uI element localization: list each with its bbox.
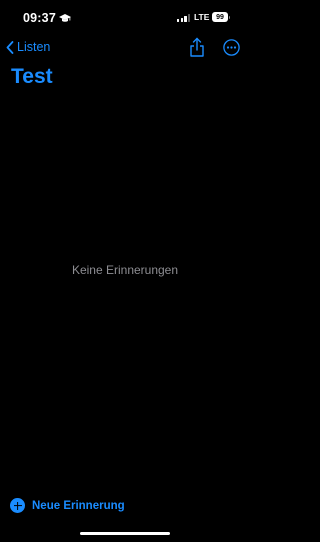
plus-circle-icon xyxy=(10,498,25,513)
new-reminder-button[interactable]: Neue Erinnerung xyxy=(10,498,125,513)
battery-icon: 99 xyxy=(212,12,230,22)
back-button-label: Listen xyxy=(17,40,51,54)
back-button[interactable]: Listen xyxy=(6,40,50,54)
chevron-left-icon xyxy=(6,40,14,54)
battery-level: 99 xyxy=(216,13,224,21)
time-text: 09:37 xyxy=(23,11,56,25)
page-title: Test xyxy=(11,65,53,88)
share-icon[interactable] xyxy=(189,37,205,57)
empty-state-message: Keine Erinnerungen xyxy=(71,263,179,277)
status-bar: 09:37 LTE 99 xyxy=(0,0,250,36)
navigation-bar: Listen xyxy=(0,36,250,62)
network-label: LTE xyxy=(194,12,210,22)
new-reminder-label: Neue Erinnerung xyxy=(32,499,125,512)
more-icon[interactable] xyxy=(223,39,240,56)
home-indicator[interactable] xyxy=(80,532,170,535)
graduation-cap-icon xyxy=(58,14,71,22)
status-time: 09:37 xyxy=(23,11,71,25)
signal-icon xyxy=(177,14,191,22)
